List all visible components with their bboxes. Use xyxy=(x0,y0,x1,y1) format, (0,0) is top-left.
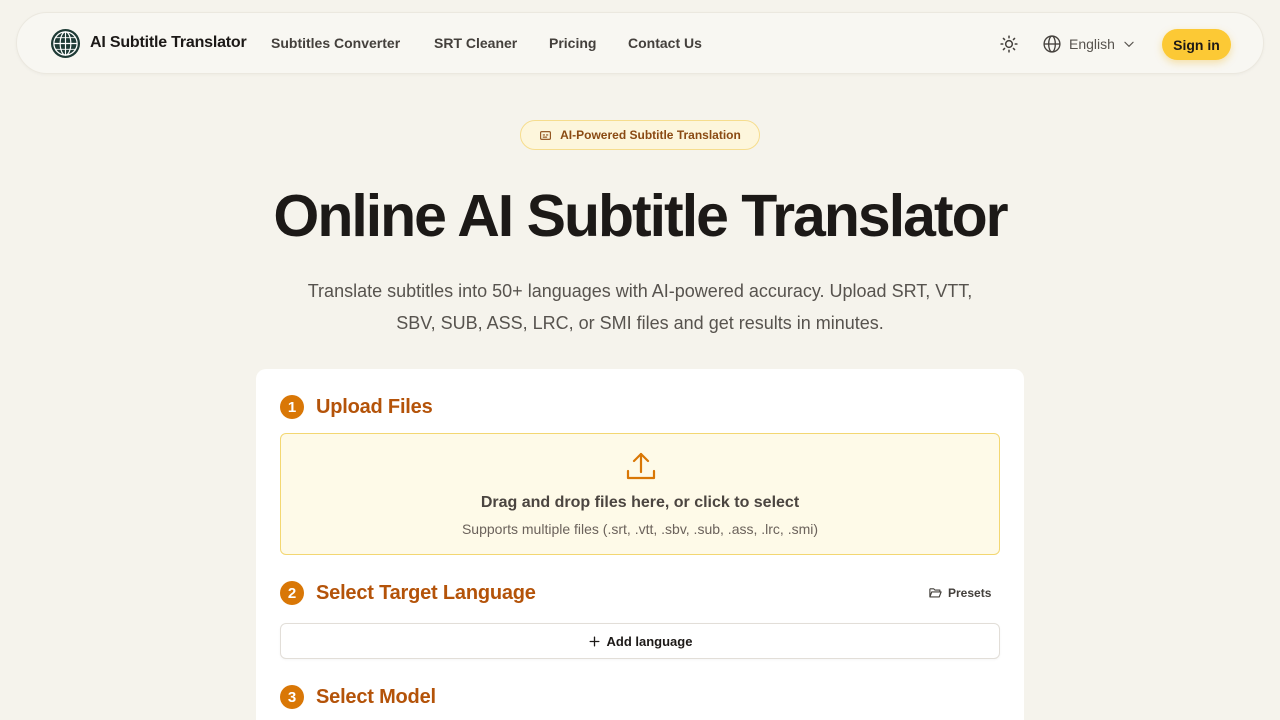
step-model-header: 3 Select Model xyxy=(280,685,436,709)
chevron-down-icon xyxy=(1124,41,1134,47)
translator-card: 1 Upload Files Drag and drop files here,… xyxy=(256,369,1024,720)
dropzone-hint: Supports multiple files (.srt, .vtt, .sb… xyxy=(461,521,819,537)
step-number: 2 xyxy=(280,581,304,605)
sun-icon xyxy=(1000,35,1018,53)
nav-pricing[interactable]: Pricing xyxy=(549,35,596,51)
dropzone-text: Drag and drop files here, or click to se… xyxy=(480,494,800,511)
add-language-button[interactable]: Add language xyxy=(280,623,1000,659)
hero-badge: AI-Powered Subtitle Translation xyxy=(520,120,760,150)
step-language-header: 2 Select Target Language xyxy=(280,581,536,605)
folder-open-icon xyxy=(929,588,942,598)
theme-toggle-button[interactable] xyxy=(997,32,1021,56)
nav-subtitles-converter[interactable]: Subtitles Converter xyxy=(271,35,400,51)
hero-subtitle: Translate subtitles into 50+ languages w… xyxy=(307,281,973,333)
add-language-label: Add language xyxy=(606,633,693,649)
step-number: 3 xyxy=(280,685,304,709)
subtitles-icon xyxy=(540,130,552,140)
globe-logo-icon[interactable] xyxy=(50,28,81,59)
hero-badge-label: AI-Powered Subtitle Translation xyxy=(560,128,741,142)
plus-icon xyxy=(589,636,599,646)
language-selector[interactable]: English xyxy=(1042,32,1136,56)
upload-icon xyxy=(626,452,656,480)
presets-label: Presets xyxy=(948,585,992,600)
step-title: Select Model xyxy=(316,685,436,708)
sign-in-button[interactable]: Sign in xyxy=(1162,29,1231,60)
language-label: English xyxy=(1069,36,1115,52)
globe-icon xyxy=(1043,35,1061,53)
brand-name[interactable]: AI Subtitle Translator xyxy=(90,34,247,52)
step-title: Select Target Language xyxy=(316,581,536,604)
step-title: Upload Files xyxy=(316,395,433,418)
file-dropzone[interactable]: Drag and drop files here, or click to se… xyxy=(280,433,1000,555)
step-upload-header: 1 Upload Files xyxy=(280,395,433,419)
page-title: Online AI Subtitle Translator xyxy=(273,183,1008,249)
step-number: 1 xyxy=(280,395,304,419)
nav-contact-us[interactable]: Contact Us xyxy=(628,35,702,51)
top-nav-bar: AI Subtitle Translator Subtitles Convert… xyxy=(16,12,1264,74)
nav-srt-cleaner[interactable]: SRT Cleaner xyxy=(434,35,517,51)
presets-button[interactable]: Presets xyxy=(928,585,991,600)
